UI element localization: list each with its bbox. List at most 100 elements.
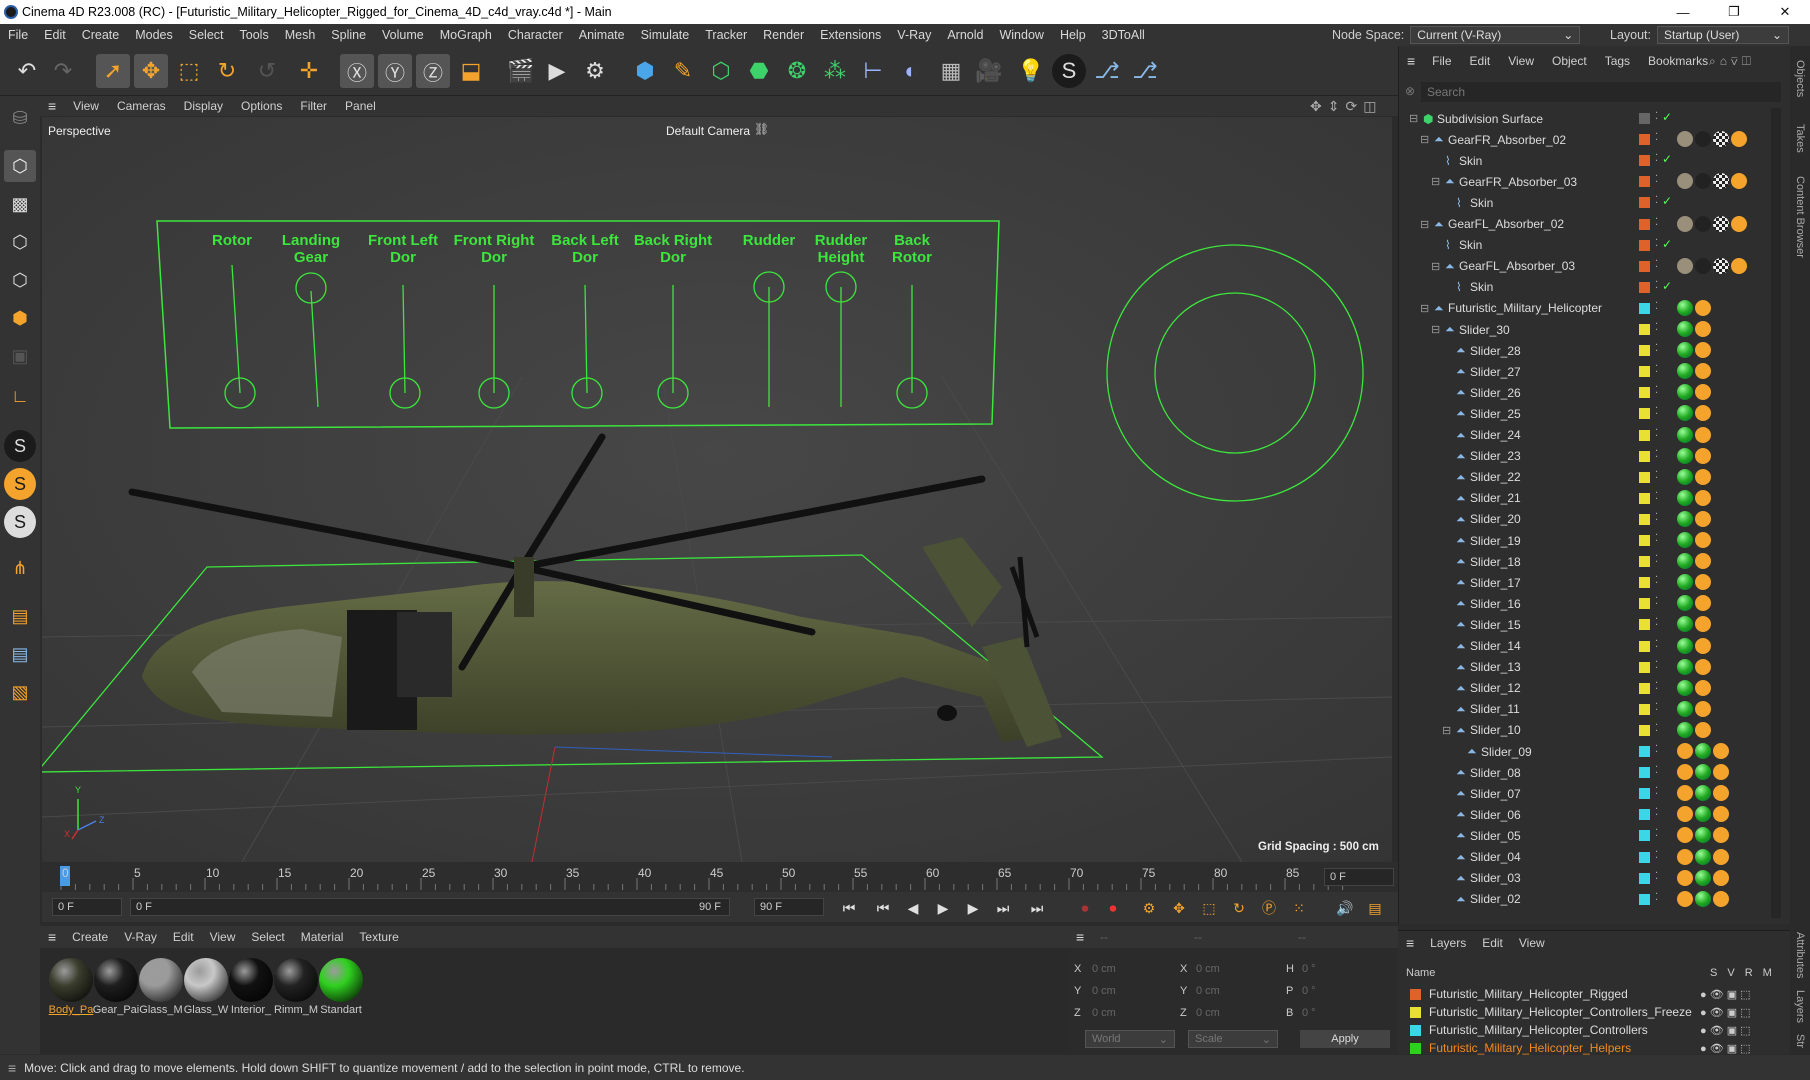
ik-tag-icon[interactable] [1713, 869, 1729, 886]
layer-color-swatch[interactable] [1639, 767, 1650, 779]
expand-toggle-icon[interactable]: ⊟ [1431, 260, 1440, 273]
object-row[interactable]: ⏶ Slider_14 ⁚ [1399, 636, 1774, 657]
layer-color-swatch[interactable] [1639, 408, 1650, 420]
key-pla-icon[interactable]: ⁙ [1288, 897, 1310, 919]
move-tool-icon[interactable]: ✥ [134, 54, 168, 88]
tab-attributes[interactable]: Attributes [1794, 932, 1806, 978]
rot-h-field[interactable]: 0 ° [1302, 960, 1382, 978]
rotate-tool-icon[interactable]: ↻ [210, 54, 244, 88]
ik-tag-icon[interactable] [1695, 574, 1711, 591]
visibility-dots-icon[interactable]: ⁚ [1655, 132, 1658, 143]
visibility-dots-icon[interactable]: ⁚ [1655, 871, 1658, 882]
object-menu-object[interactable]: Object [1543, 54, 1596, 68]
layer-color-swatch[interactable] [1639, 830, 1650, 842]
material-tag-icon[interactable] [1677, 215, 1693, 232]
object-row[interactable]: ⊟ ⏶ GearFL_Absorber_02 ⁚ [1399, 214, 1774, 235]
material-menu-create[interactable]: Create [64, 930, 116, 944]
layer-color-swatch[interactable] [1639, 324, 1650, 335]
object-row[interactable]: ⊟ ⏶ Futuristic_Military_Helicopter ⁚ [1399, 298, 1774, 319]
layer-color-swatch[interactable] [1639, 788, 1650, 800]
size-y-field[interactable]: 0 cm [1196, 982, 1276, 1000]
object-menu-view[interactable]: View [1499, 54, 1543, 68]
ik-tag-icon[interactable] [1695, 658, 1711, 675]
menu-file[interactable]: File [0, 28, 36, 42]
auto-key-icon[interactable]: ⏺ [1102, 897, 1124, 919]
object-row[interactable]: ⏶ Slider_19 ⁚ [1399, 530, 1774, 551]
redo-icon[interactable]: ↷ [46, 54, 80, 88]
y-axis-lock-icon[interactable]: Ⓨ [378, 54, 412, 88]
camera-label[interactable]: Default Camera [666, 124, 750, 138]
pos-y-field[interactable]: 0 cm [1092, 982, 1172, 1000]
object-row[interactable]: ⊟ ⏶ Slider_10 ⁚ [1399, 720, 1774, 741]
hamburger-icon[interactable]: ≡ [1398, 935, 1422, 951]
rot-b-field[interactable]: 0 ° [1302, 1004, 1382, 1022]
object-row[interactable]: ⏶ Slider_06 ⁚ [1399, 804, 1774, 825]
ik-tag-icon[interactable] [1731, 257, 1747, 274]
menu-create[interactable]: Create [74, 28, 128, 42]
menu-spline[interactable]: Spline [323, 28, 374, 42]
object-row[interactable]: ⌇ Skin ⁚ ✓ [1399, 277, 1774, 298]
material-tag-icon[interactable] [1677, 342, 1693, 359]
render-settings-icon[interactable]: ⚙ [578, 54, 612, 88]
layer-toggle-icons[interactable]: ● 👁 ▣ ⬚ [1700, 1042, 1751, 1055]
ik-tag-icon[interactable] [1731, 131, 1747, 148]
menu-extensions[interactable]: Extensions [812, 28, 889, 42]
visibility-dots-icon[interactable]: ⁚ [1655, 554, 1658, 565]
layer-color-swatch[interactable] [1639, 450, 1650, 462]
layer-toggle-icons[interactable]: ● 👁 ▣ ⬚ [1700, 1024, 1751, 1037]
visibility-dots-icon[interactable]: ⁚ [1655, 702, 1658, 713]
object-menu-edit[interactable]: Edit [1461, 54, 1500, 68]
layer-color-swatch[interactable] [1639, 239, 1650, 251]
record-icon[interactable]: ⏺ [1074, 897, 1096, 919]
ik-tag-icon[interactable] [1713, 806, 1729, 823]
polygons-mode-icon[interactable]: ⬢ [4, 302, 36, 334]
layer-color-swatch[interactable] [1639, 872, 1650, 884]
material-tag-icon[interactable] [1677, 489, 1693, 506]
material-menu-view[interactable]: View [202, 930, 244, 944]
enabled-check-icon[interactable]: ✓ [1662, 152, 1672, 166]
protection-tag-icon[interactable] [1677, 890, 1693, 907]
layer-color-swatch[interactable] [1639, 661, 1650, 673]
material-tag-icon[interactable] [1677, 679, 1693, 696]
object-row[interactable]: ⏶ Slider_02 ⁚ [1399, 889, 1774, 910]
object-row[interactable]: ⏶ Slider_26 ⁚ [1399, 382, 1774, 403]
ik-tag-icon[interactable] [1695, 510, 1711, 527]
material-tag-icon[interactable] [1695, 890, 1711, 907]
pen-spline-icon[interactable]: ✎ [666, 54, 700, 88]
layer-color-swatch[interactable] [1639, 281, 1650, 293]
object-row[interactable]: ⏶ Slider_05 ⁚ [1399, 825, 1774, 846]
add-object-icon[interactable]: ✛ [292, 54, 326, 88]
material-swatch[interactable]: Rimm_M [271, 956, 321, 1026]
protection-tag-icon[interactable] [1677, 785, 1693, 802]
layer-color-swatch[interactable] [1639, 492, 1650, 504]
x-axis-lock-icon[interactable]: Ⓧ [340, 54, 374, 88]
ik-tag-icon[interactable] [1695, 595, 1711, 612]
ik-tag-icon[interactable] [1713, 848, 1729, 865]
menu-3dtoall[interactable]: 3DToAll [1094, 28, 1153, 42]
layer-color-swatch[interactable] [1639, 809, 1650, 821]
protection-tag-icon[interactable] [1677, 848, 1693, 865]
menu-simulate[interactable]: Simulate [633, 28, 698, 42]
sound-icon[interactable]: 🔊 [1334, 897, 1356, 919]
ik-tag-icon[interactable] [1731, 215, 1747, 232]
tab-objects[interactable]: Objects [1794, 60, 1806, 97]
pos-z-field[interactable]: 0 cm [1092, 1004, 1172, 1022]
timeline-window-icon[interactable]: ▤ [1364, 897, 1386, 919]
material-tag-icon[interactable] [1677, 468, 1693, 485]
start-frame-field[interactable]: 0 F [52, 898, 122, 916]
camera-link-icon[interactable]: ⛓ [754, 122, 769, 136]
tab-structure[interactable]: Str [1794, 1034, 1806, 1048]
ik-tag-icon[interactable] [1731, 173, 1747, 190]
layer-color-swatch[interactable] [1639, 598, 1650, 610]
material-tag-icon[interactable] [1695, 764, 1711, 781]
visibility-dots-icon[interactable]: ⁚ [1655, 786, 1658, 797]
menu-v-ray[interactable]: V-Ray [889, 28, 939, 42]
light-icon[interactable]: 💡 [1014, 54, 1048, 88]
visibility-dots-icon[interactable]: ⁚ [1655, 512, 1658, 523]
viewport-menu-view[interactable]: View [64, 99, 108, 113]
object-row[interactable]: ⏶ Slider_09 ⁚ [1399, 741, 1774, 762]
coord-system-dropdown[interactable]: World ⌄ [1085, 1030, 1175, 1048]
material-swatch[interactable]: Body_Pa [46, 956, 96, 1026]
material-tag-icon[interactable] [1695, 215, 1711, 232]
points-mode-icon[interactable]: ⬡ [4, 226, 36, 258]
